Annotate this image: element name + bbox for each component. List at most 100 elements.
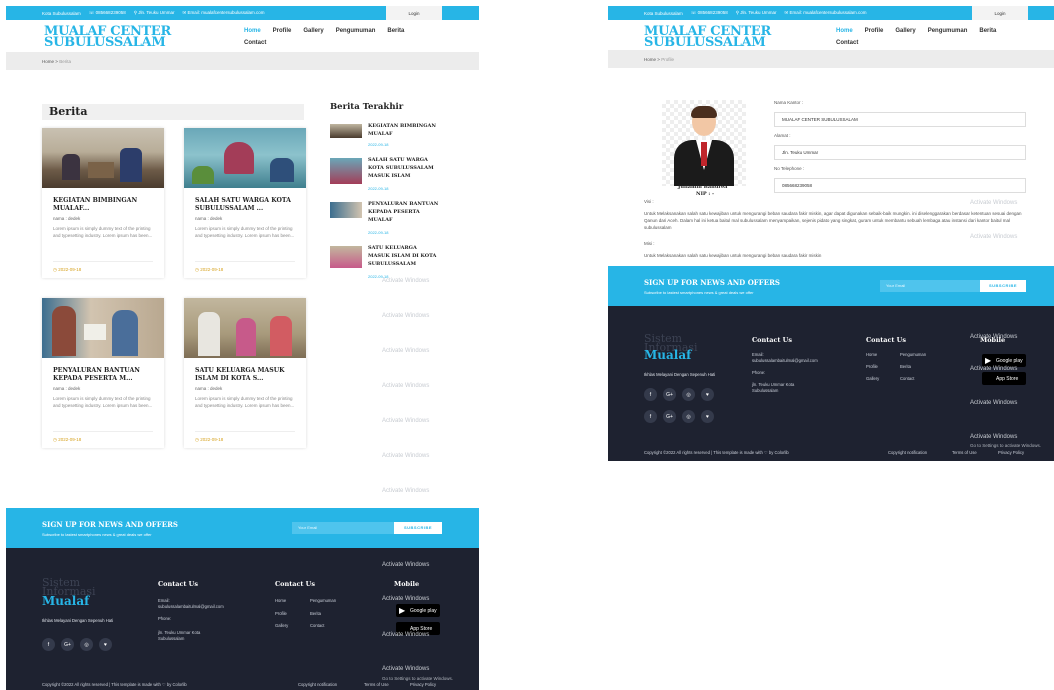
footer-contact-heading: Contact Us — [752, 336, 792, 344]
google-plus-icon[interactable]: G+ — [663, 410, 676, 423]
nav-berita[interactable]: Berita — [387, 28, 404, 34]
nav-contact[interactable]: Contact — [244, 40, 266, 46]
site-logo[interactable]: MUALAF CENTER SUBULUSSALAM — [44, 25, 184, 49]
recent-news-date: 2022-09-18 — [368, 186, 389, 191]
footer-link-pengumuman[interactable]: Pengumuman — [900, 352, 926, 358]
activate-windows-watermark: Activate Windows — [382, 278, 430, 284]
nav-home[interactable]: Home — [244, 28, 261, 34]
breadcrumb-home[interactable]: Home — [42, 59, 54, 64]
news-card-excerpt: Lorem ipsum is simply dummy text of the … — [53, 396, 153, 408]
news-card-date: ◷ 2022-09-18 — [53, 431, 153, 443]
page-title: Berita — [42, 104, 304, 120]
news-card-title[interactable]: PENYALURAN BANTUAN KEPADA PESERTA M... — [53, 367, 153, 384]
subscribe-button[interactable]: SUBSCRIBE — [980, 280, 1026, 292]
nav-pengumuman[interactable]: Pengumuman — [336, 28, 376, 34]
news-card-date: ◷ 2022-09-18 — [195, 261, 295, 273]
activate-windows-watermark: Activate Windows — [382, 313, 430, 319]
news-card-excerpt: Lorem ipsum is simply dummy text of the … — [53, 226, 153, 238]
office-name-field[interactable]: MUALAF CENTER SUBULUSSALAM — [774, 112, 1026, 127]
newsletter-banner: SIGN UP FOR NEWS AND OFFERS Subscribe to… — [608, 266, 1054, 306]
phone-text: ☏ 085668239058 — [690, 10, 728, 15]
footer-link-contact[interactable]: Contact — [310, 623, 324, 629]
google-plus-icon[interactable]: G+ — [663, 388, 676, 401]
phone-field[interactable]: 085668239058 — [774, 178, 1026, 193]
terms-link[interactable]: Terms of Use — [364, 682, 389, 687]
footer-link-contact[interactable]: Contact — [900, 376, 914, 382]
recent-news-thumb — [330, 202, 362, 218]
news-card-title[interactable]: SALAH SATU WARGA KOTA SUBULUSSALAM ... — [195, 197, 295, 214]
nav-profile[interactable]: Profile — [865, 28, 884, 34]
copyright-notification-link[interactable]: Copyright notification — [298, 682, 337, 687]
nav-gallery[interactable]: Gallery — [303, 28, 323, 34]
news-card[interactable]: SATU KELUARGA MASUK ISLAM DI KOTA S... n… — [184, 298, 306, 448]
twitter-icon[interactable]: ♥ — [701, 388, 714, 401]
nav-profile[interactable]: Profile — [273, 28, 292, 34]
instagram-icon[interactable]: ◎ — [682, 388, 695, 401]
site-logo[interactable]: MUALAF CENTER SUBULUSSALAM — [644, 25, 784, 49]
footer-link-gallery[interactable]: Gallery — [866, 376, 879, 382]
app-store-badge[interactable]: App Store — [982, 372, 1026, 385]
recent-news-title-link[interactable]: PENYALURAN BANTUAN KEPADA PESERTA MUALAF — [368, 200, 440, 224]
facebook-icon[interactable]: f — [42, 638, 55, 651]
nav-home[interactable]: Home — [836, 28, 853, 34]
privacy-link[interactable]: Privacy Policy — [998, 450, 1024, 455]
facebook-icon[interactable]: f — [644, 410, 657, 423]
instagram-icon[interactable]: ◎ — [80, 638, 93, 651]
nav-pengumuman[interactable]: Pengumuman — [928, 28, 968, 34]
google-play-badge[interactable]: ▶ Google play — [396, 604, 440, 617]
facebook-icon[interactable]: f — [644, 388, 657, 401]
newsletter-subtitle: Subscribe to lastest smartphones news & … — [644, 290, 754, 295]
footer-tagline: Ikhlas Melayani Dengan Sepenuh Hati — [42, 618, 114, 623]
footer-link-pengumuman[interactable]: Pengumuman — [310, 598, 336, 604]
twitter-icon[interactable]: ♥ — [99, 638, 112, 651]
visi-label: Visi : — [644, 199, 654, 204]
footer-copyright: Copyright ©2022 All rights reserved | Th… — [42, 682, 187, 687]
recent-news-title-link[interactable]: KEGIATAN BIMBINGAN MUALAF — [368, 122, 440, 138]
recent-news-title-link[interactable]: SALAH SATU WARGA KOTA SUBULUSSALAM MASUK… — [368, 156, 440, 180]
footer-brand-mualaf: Mualaf — [644, 348, 692, 362]
footer-link-berita[interactable]: Berita — [310, 611, 321, 617]
footer-links-heading: Contact Us — [866, 336, 906, 344]
google-plus-icon[interactable]: G+ — [61, 638, 74, 651]
news-card[interactable]: KEGIATAN BIMBINGAN MUALAF... nama : dede… — [42, 128, 164, 278]
news-card[interactable]: PENYALURAN BANTUAN KEPADA PESERTA M... n… — [42, 298, 164, 448]
news-card[interactable]: SALAH SATU WARGA KOTA SUBULUSSALAM ... n… — [184, 128, 306, 278]
footer-link-gallery[interactable]: Gallery — [275, 623, 288, 629]
nav-gallery[interactable]: Gallery — [895, 28, 915, 34]
subscribe-button[interactable]: SUBSCRIBE — [394, 522, 442, 534]
footer-link-home[interactable]: Home — [866, 352, 877, 358]
login-button[interactable]: Login — [972, 6, 1028, 20]
instagram-icon[interactable]: ◎ — [682, 410, 695, 423]
person-nip: NIP : - — [696, 191, 715, 197]
news-card-title[interactable]: KEGIATAN BIMBINGAN MUALAF... — [53, 197, 153, 214]
nav-berita[interactable]: Berita — [979, 28, 996, 34]
news-photo — [42, 298, 164, 358]
copyright-notification-link[interactable]: Copyright notification — [888, 450, 927, 455]
login-button[interactable]: Login — [386, 6, 442, 20]
newsletter-email-input[interactable]: Your Email — [880, 280, 980, 292]
address-field[interactable]: Jln. Teuku Ummar — [774, 145, 1026, 160]
footer-link-home[interactable]: Home — [275, 598, 286, 604]
footer-email[interactable]: subulussalambaitulmal@gmail.com — [158, 604, 224, 610]
footer-link-profile[interactable]: Profile — [866, 364, 878, 370]
phone-label: No Telephone : — [774, 166, 805, 171]
newsletter-email-input[interactable]: Your Email — [292, 522, 394, 534]
news-card-date: ◷ 2022-09-18 — [195, 431, 295, 443]
email-text: ✉ Email: mualafcentersubulussalam.com — [784, 10, 867, 15]
news-card-author: nama : dedek — [195, 216, 223, 221]
privacy-link[interactable]: Privacy Policy — [410, 682, 436, 687]
newsletter-title: SIGN UP FOR NEWS AND OFFERS — [644, 278, 780, 287]
location-text: Kota Subulussalam — [42, 10, 81, 16]
footer-email[interactable]: subulussalambaitulmal@gmail.com — [752, 358, 818, 364]
news-card-title[interactable]: SATU KELUARGA MASUK ISLAM DI KOTA S... — [195, 367, 295, 384]
recent-news-title-link[interactable]: SATU KELUARGA MASUK ISLAM DI KOTA SUBULU… — [368, 244, 440, 268]
nav-contact[interactable]: Contact — [836, 40, 858, 46]
profile-photo — [662, 100, 746, 186]
footer-link-profile[interactable]: Profile — [275, 611, 287, 617]
terms-link[interactable]: Terms of Use — [952, 450, 977, 455]
twitter-icon[interactable]: ♥ — [701, 410, 714, 423]
activate-windows-watermark: Activate Windows — [970, 400, 1018, 406]
breadcrumb-home[interactable]: Home — [644, 57, 656, 62]
social-links: f G+ ◎ ♥ — [42, 638, 112, 651]
footer-link-berita[interactable]: Berita — [900, 364, 911, 370]
